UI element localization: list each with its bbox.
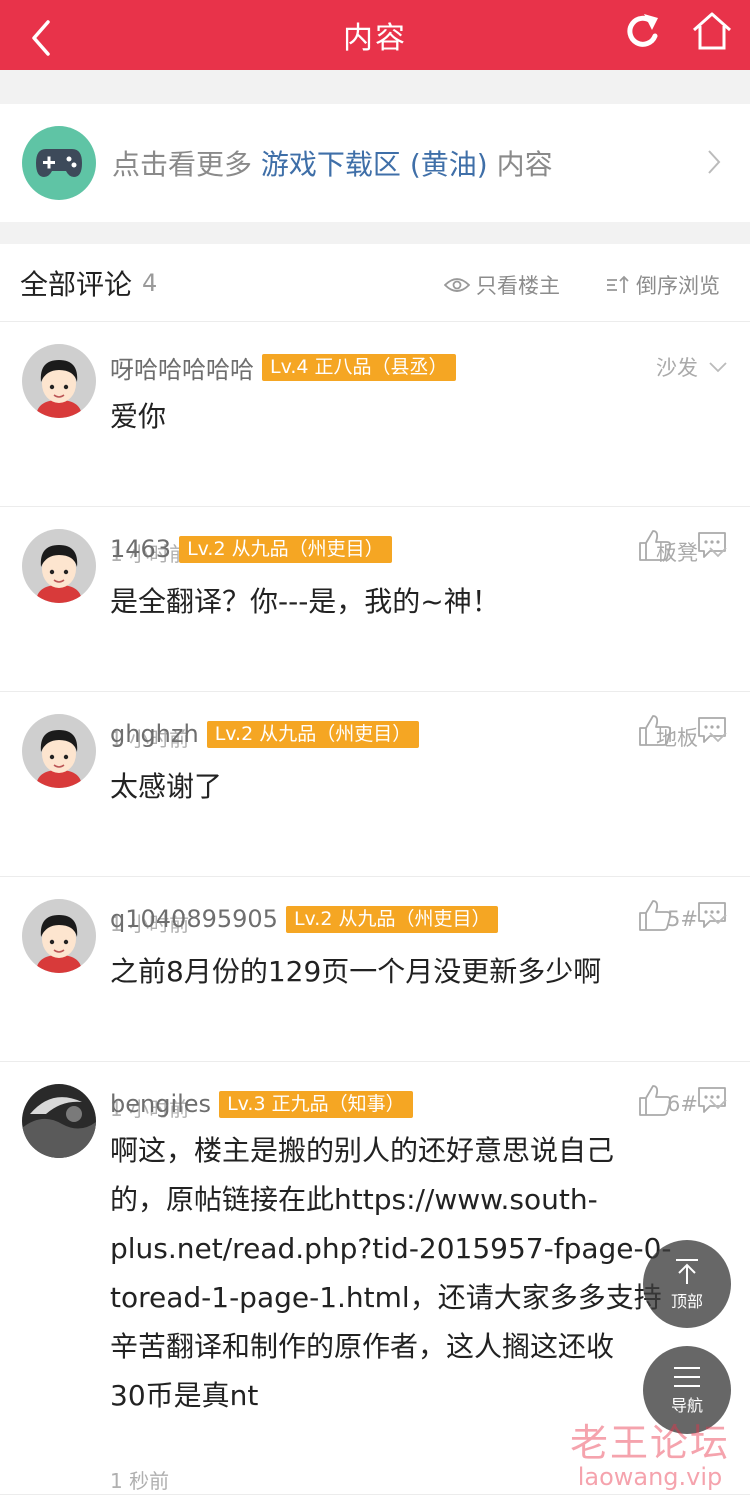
arrow-up-icon <box>676 1259 698 1284</box>
comments-section: 全部评论 4 只看楼主 倒序浏览 呀哈哈哈哈哈 Lv.4 正八品（县丞） 沙发 … <box>0 244 750 1500</box>
avatar[interactable] <box>22 1084 96 1158</box>
watermark-cn: 老王论坛 <box>569 1421 730 1465</box>
floor-text: 5# <box>667 907 698 931</box>
comment-line: 辛苦翻译和制作的原作者，这人搁这还收 <box>110 1330 615 1363</box>
level-badge: Lv.2 从九品（州吏目） <box>285 905 499 933</box>
comments-header: 全部评论 4 只看楼主 倒序浏览 <box>0 244 750 322</box>
user-row: ghghzh Lv.2 从九品（州吏目） <box>110 720 420 748</box>
avatar[interactable] <box>22 714 96 788</box>
site-watermark: 老王论坛 laowang.vip <box>560 1412 740 1491</box>
level-badge: Lv.4 正八品（县丞） <box>262 354 456 381</box>
username[interactable]: 1463 <box>110 535 171 563</box>
user-row: 呀哈哈哈哈哈 Lv.4 正八品（县丞） <box>110 350 456 385</box>
comments-count: 4 <box>142 268 158 297</box>
username[interactable]: q1040895905 <box>110 905 278 933</box>
section-promo-row[interactable]: 点击看更多 游戏下载区 (黄油) 内容 <box>0 104 750 222</box>
username[interactable]: 呀哈哈哈哈哈 <box>110 350 254 385</box>
level-badge: Lv.2 从九品（州吏目） <box>179 535 392 563</box>
back-arrow-icon[interactable] <box>22 10 62 60</box>
avatar[interactable] <box>22 529 96 603</box>
promo-section-link[interactable]: 游戏下载区 (黄油) <box>261 148 488 181</box>
level-badge: Lv.2 从九品（州吏目） <box>206 720 420 748</box>
chevron-down-icon <box>709 362 727 373</box>
floor-text: 沙发 <box>656 356 698 380</box>
sort-icon <box>607 275 629 293</box>
floor-label[interactable]: 板凳 <box>656 537 728 567</box>
floor-text: 板凳 <box>656 541 698 565</box>
reverse-order-label: 倒序浏览 <box>636 274 720 298</box>
user-row: 1463 Lv.2 从九品（州吏目） <box>110 535 392 563</box>
back-to-top-label: 顶部 <box>670 1292 703 1311</box>
floor-text: 地板 <box>656 726 698 750</box>
user-row: bengiles Lv.3 正九品（知事） <box>110 1090 413 1118</box>
comment-line: 啊这，楼主是搬的别人的还好意思说自己 <box>110 1134 615 1167</box>
comment-item: 呀哈哈哈哈哈 Lv.4 正八品（县丞） 沙发 爱你 1 小时前 <box>0 322 750 566</box>
floor-label[interactable]: 5# <box>667 907 728 931</box>
comment-text: 啊这，楼主是搬的别人的还好意思说自己 的，原帖链接在此https://www.s… <box>110 1126 730 1420</box>
comment-time: 1 秒前 <box>110 1469 170 1493</box>
watermark-en: laowang.vip <box>577 1463 723 1491</box>
only-op-label: 只看楼主 <box>476 274 560 298</box>
floor-label[interactable]: 地板 <box>656 722 728 752</box>
home-icon[interactable] <box>690 8 734 54</box>
chevron-down-icon <box>709 914 727 925</box>
promo-prefix: 点击看更多 <box>112 148 253 181</box>
username[interactable]: bengiles <box>110 1090 211 1118</box>
promo-text: 点击看更多 游戏下载区 (黄油) 内容 <box>112 143 553 183</box>
chevron-down-icon <box>709 547 727 558</box>
eye-icon <box>444 278 470 292</box>
username[interactable]: ghghzh <box>110 720 199 748</box>
comment-text: 太感谢了 <box>110 770 223 803</box>
comment-line: 的，原帖链接在此https://www.south- <box>110 1183 598 1216</box>
floor-label[interactable]: 沙发 <box>656 352 728 382</box>
chevron-down-icon <box>709 1099 727 1110</box>
chevron-right-icon <box>708 150 721 174</box>
avatar[interactable] <box>22 899 96 973</box>
comment-item: ghghzh Lv.2 从九品（州吏目） 地板 太感谢了 1 小时前 <box>0 692 750 936</box>
gamepad-icon <box>22 126 96 200</box>
floor-label[interactable]: 6# <box>667 1092 728 1116</box>
avatar[interactable] <box>22 344 96 418</box>
menu-icon <box>674 1367 700 1387</box>
page-title: 内容 <box>343 21 407 56</box>
comment-text: 爱你 <box>110 400 167 433</box>
comments-title: 全部评论 <box>20 267 133 301</box>
comment-line: plus.net/read.php?tid-2015957-fpage-0- <box>110 1232 672 1265</box>
only-op-button[interactable]: 只看楼主 <box>444 270 560 300</box>
comment-line: toread-1-page-1.html，还请大家多多支持 <box>110 1281 662 1314</box>
level-badge: Lv.3 正九品（知事） <box>219 1090 413 1118</box>
promo-suffix: 内容 <box>496 148 553 181</box>
comment-item: q1040895905 Lv.2 从九品（州吏目） 5# 之前8月份的129页一… <box>0 877 750 1121</box>
chevron-down-icon <box>709 732 727 743</box>
refresh-icon[interactable] <box>622 8 662 54</box>
top-bar: 内容 <box>0 0 750 70</box>
comment-text: 是全翻译？你---是，我的~神！ <box>110 585 500 618</box>
comment-item: 1463 Lv.2 从九品（州吏目） 板凳 是全翻译？你---是，我的~神！ 1… <box>0 507 750 751</box>
comment-text: 之前8月份的129页一个月没更新多少啊 <box>110 955 602 988</box>
reverse-order-button[interactable]: 倒序浏览 <box>606 270 720 300</box>
user-row: q1040895905 Lv.2 从九品（州吏目） <box>110 905 499 933</box>
back-to-top-button[interactable]: 顶部 <box>643 1240 731 1328</box>
floor-text: 6# <box>667 1092 698 1116</box>
